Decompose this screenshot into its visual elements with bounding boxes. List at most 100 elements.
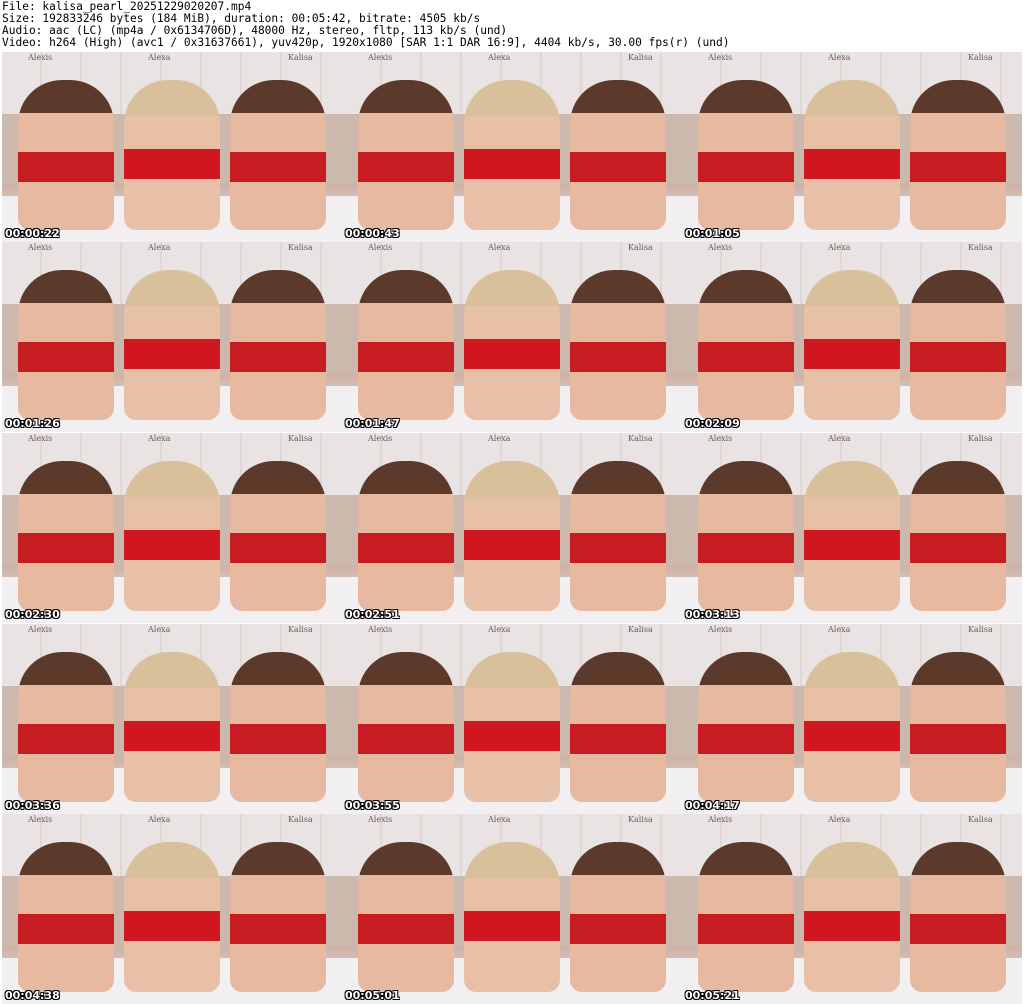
person bbox=[804, 652, 900, 802]
person bbox=[18, 461, 114, 611]
name-label: Alexis bbox=[28, 815, 53, 824]
video-thumbnail: Alexis Alexa Kalisa 00:05:01 bbox=[342, 814, 682, 1004]
timestamp: 00:02:51 bbox=[345, 608, 400, 621]
video-thumbnail: Alexis Alexa Kalisa 00:03:13 bbox=[682, 433, 1022, 623]
thumbnail-grid: Alexis Alexa Kalisa 00:00:22 Alexis Alexa Kali… bbox=[0, 52, 1024, 1004]
video-line: Video: h264 (High) (avc1 / 0x31637661), … bbox=[2, 36, 730, 49]
person bbox=[698, 842, 794, 992]
name-label: Alexis bbox=[708, 243, 733, 252]
video-thumbnail: Alexis Alexa Kalisa 00:04:17 bbox=[682, 624, 1022, 814]
person bbox=[358, 461, 454, 611]
name-label: Alexis bbox=[28, 434, 53, 443]
name-label: Alexis bbox=[368, 815, 393, 824]
timestamp: 00:05:21 bbox=[685, 989, 740, 1002]
person bbox=[804, 80, 900, 230]
name-label: Alexa bbox=[488, 815, 511, 824]
name-label: Kalisa bbox=[968, 243, 993, 252]
video-thumbnail: Alexis Alexa Kalisa 00:03:55 bbox=[342, 624, 682, 814]
timestamp: 00:00:43 bbox=[345, 227, 400, 240]
person bbox=[124, 270, 220, 420]
name-label: Kalisa bbox=[288, 434, 313, 443]
person bbox=[698, 80, 794, 230]
name-label: Alexa bbox=[488, 243, 511, 252]
name-label: Kalisa bbox=[628, 815, 653, 824]
name-label: Alexa bbox=[828, 53, 851, 62]
person bbox=[910, 80, 1006, 230]
person bbox=[910, 270, 1006, 420]
name-label: Alexa bbox=[148, 815, 171, 824]
person bbox=[464, 652, 560, 802]
timestamp: 00:01:26 bbox=[5, 417, 60, 430]
person bbox=[124, 652, 220, 802]
person bbox=[570, 652, 666, 802]
name-label: Kalisa bbox=[288, 815, 313, 824]
name-label: Kalisa bbox=[628, 53, 653, 62]
person bbox=[464, 270, 560, 420]
name-label: Alexa bbox=[148, 434, 171, 443]
person bbox=[570, 80, 666, 230]
name-label: Alexa bbox=[828, 815, 851, 824]
video-thumbnail: Alexis Alexa Kalisa 00:04:38 bbox=[2, 814, 342, 1004]
person bbox=[804, 461, 900, 611]
file-info-header: File: kalisa_pearl_20251229020207.mp4 Si… bbox=[0, 0, 1024, 52]
name-label: Kalisa bbox=[288, 243, 313, 252]
name-label: Alexis bbox=[28, 625, 53, 634]
person bbox=[18, 80, 114, 230]
person bbox=[804, 842, 900, 992]
timestamp: 00:05:01 bbox=[345, 989, 400, 1002]
video-thumbnail: Alexis Alexa Kalisa 00:01:47 bbox=[342, 242, 682, 432]
timestamp: 00:04:17 bbox=[685, 799, 740, 812]
name-label: Alexis bbox=[368, 53, 393, 62]
name-label: Alexa bbox=[148, 243, 171, 252]
person bbox=[570, 461, 666, 611]
timestamp: 00:02:30 bbox=[5, 608, 60, 621]
timestamp: 00:03:36 bbox=[5, 799, 60, 812]
name-label: Kalisa bbox=[288, 53, 313, 62]
person bbox=[910, 461, 1006, 611]
name-label: Alexa bbox=[828, 434, 851, 443]
person bbox=[18, 270, 114, 420]
name-label: Kalisa bbox=[628, 243, 653, 252]
person bbox=[910, 842, 1006, 992]
person bbox=[124, 80, 220, 230]
name-label: Alexis bbox=[368, 434, 393, 443]
person bbox=[230, 80, 326, 230]
name-label: Kalisa bbox=[968, 815, 993, 824]
person bbox=[358, 270, 454, 420]
name-label: Kalisa bbox=[968, 625, 993, 634]
name-label: Alexis bbox=[708, 625, 733, 634]
name-label: Alexis bbox=[708, 434, 733, 443]
video-thumbnail: Alexis Alexa Kalisa 00:05:21 bbox=[682, 814, 1022, 1004]
name-label: Alexis bbox=[368, 625, 393, 634]
video-thumbnail: Alexis Alexa Kalisa 00:03:36 bbox=[2, 624, 342, 814]
person bbox=[804, 270, 900, 420]
person bbox=[698, 270, 794, 420]
name-label: Alexa bbox=[148, 625, 171, 634]
video-thumbnail: Alexis Alexa Kalisa 00:00:22 bbox=[2, 52, 342, 242]
name-label: Kalisa bbox=[968, 53, 993, 62]
person bbox=[358, 80, 454, 230]
person bbox=[464, 842, 560, 992]
person bbox=[698, 461, 794, 611]
timestamp: 00:03:13 bbox=[685, 608, 740, 621]
name-label: Alexa bbox=[488, 434, 511, 443]
name-label: Alexa bbox=[828, 243, 851, 252]
video-thumbnail: Alexis Alexa Kalisa 00:02:51 bbox=[342, 433, 682, 623]
person bbox=[230, 270, 326, 420]
person bbox=[570, 842, 666, 992]
name-label: Alexis bbox=[708, 815, 733, 824]
person bbox=[910, 652, 1006, 802]
person bbox=[124, 842, 220, 992]
video-thumbnail: Alexis Alexa Kalisa 00:01:26 bbox=[2, 242, 342, 432]
name-label: Kalisa bbox=[628, 434, 653, 443]
person bbox=[18, 652, 114, 802]
name-label: Kalisa bbox=[288, 625, 313, 634]
name-label: Alexis bbox=[28, 243, 53, 252]
name-label: Alexis bbox=[28, 53, 53, 62]
video-thumbnail: Alexis Alexa Kalisa 00:01:05 bbox=[682, 52, 1022, 242]
name-label: Alexa bbox=[488, 53, 511, 62]
person bbox=[230, 461, 326, 611]
person bbox=[464, 461, 560, 611]
timestamp: 00:02:09 bbox=[685, 417, 740, 430]
timestamp: 00:03:55 bbox=[345, 799, 400, 812]
